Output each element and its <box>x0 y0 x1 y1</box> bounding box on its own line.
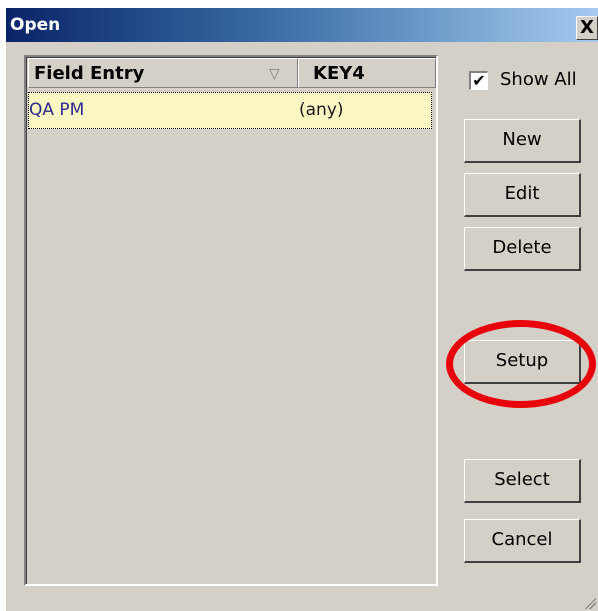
column-header-key4[interactable]: KEY4 <box>298 58 436 88</box>
cancel-button[interactable]: Cancel <box>464 519 581 563</box>
select-button[interactable]: Select <box>464 459 581 503</box>
show-all-checkbox[interactable]: ✔ <box>469 71 488 90</box>
list-item-key: (any) <box>299 100 344 120</box>
edit-button[interactable]: Edit <box>464 173 581 217</box>
new-button[interactable]: New <box>464 119 581 163</box>
column-header-label: Field Entry <box>34 63 145 84</box>
entry-list[interactable]: Field Entry ▽ KEY4 QA PM (any) <box>24 55 438 586</box>
list-header: Field Entry ▽ KEY4 <box>28 58 436 90</box>
list-item-name: QA PM <box>29 100 85 120</box>
open-dialog: Open X Field Entry ▽ KEY4 QA PM (any) ✔ … <box>6 8 598 611</box>
close-button[interactable]: X <box>576 16 598 40</box>
sort-descending-icon: ▽ <box>269 66 280 82</box>
window-title: Open <box>10 15 61 35</box>
list-item[interactable]: QA PM (any) <box>28 92 432 129</box>
column-header-field-entry[interactable]: Field Entry ▽ <box>28 58 298 88</box>
show-all-label[interactable]: Show All <box>500 69 577 90</box>
title-bar[interactable]: Open X <box>6 8 598 42</box>
resize-grip-icon[interactable] <box>582 595 596 609</box>
delete-button[interactable]: Delete <box>464 227 581 271</box>
setup-button[interactable]: Setup <box>464 340 581 384</box>
